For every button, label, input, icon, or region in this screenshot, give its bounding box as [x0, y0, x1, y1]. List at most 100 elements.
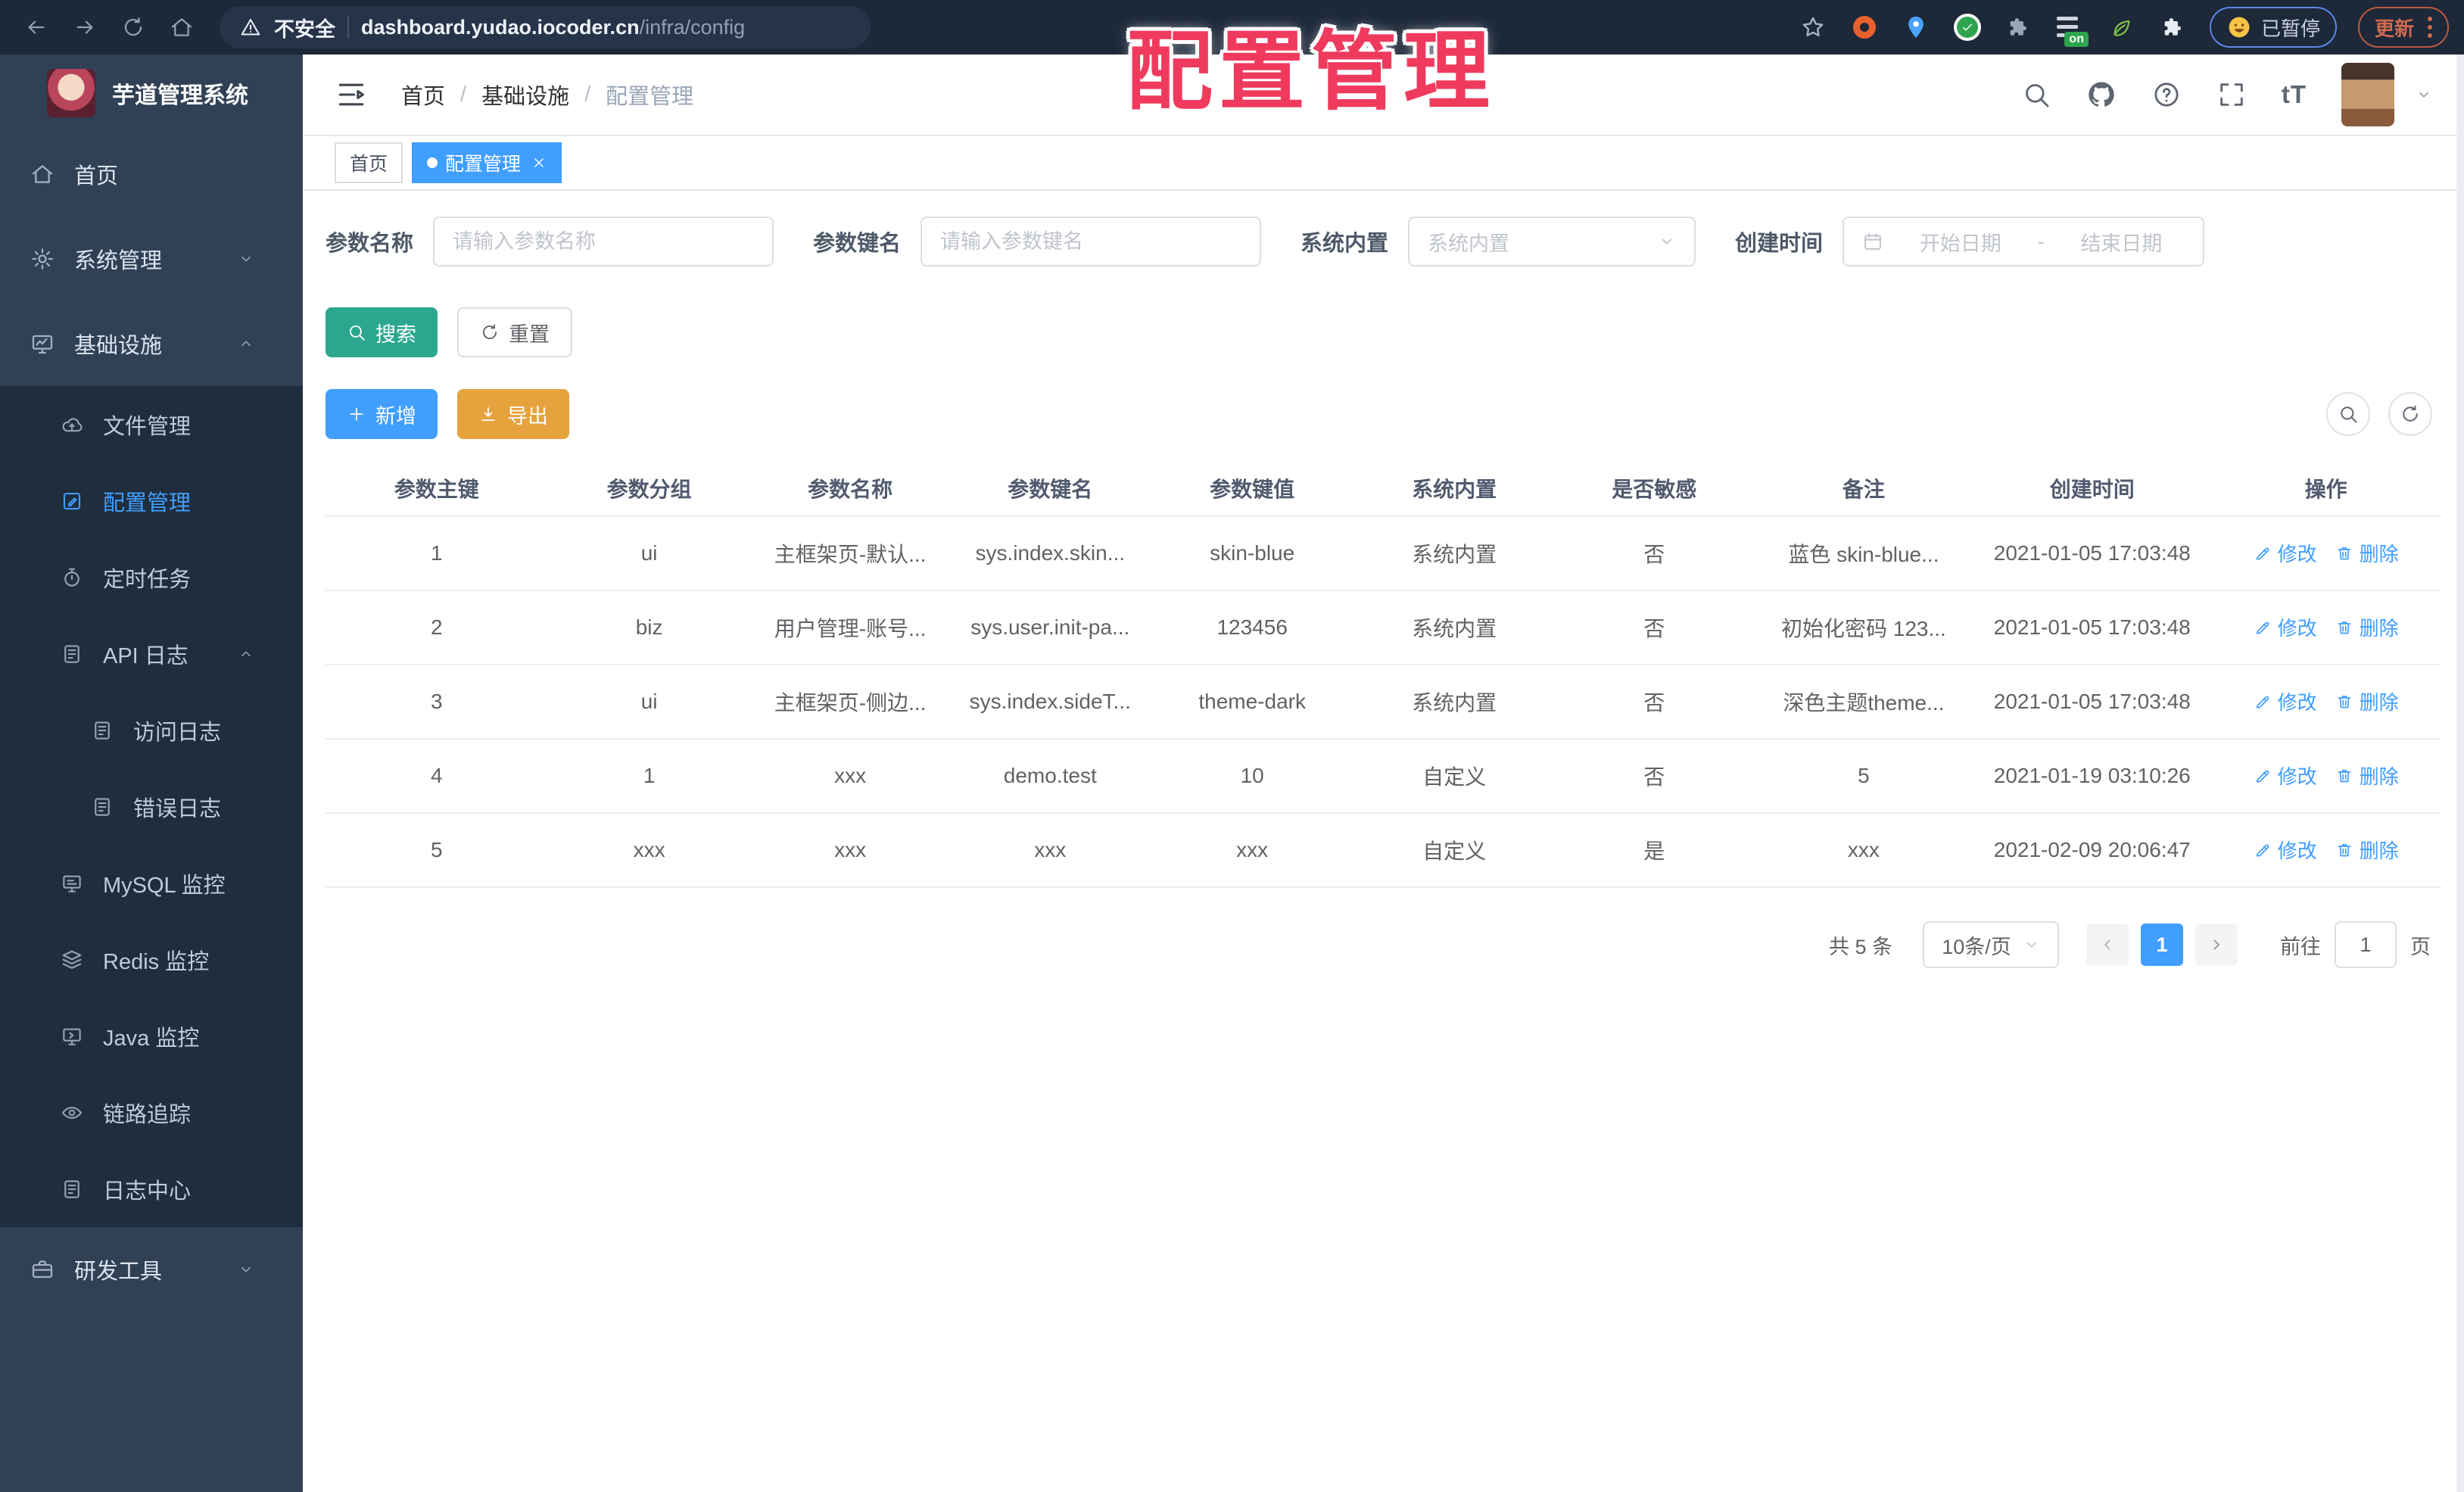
table-cell: 2021-02-09 20:06:47	[1973, 813, 2211, 888]
param-key-input[interactable]	[920, 216, 1262, 266]
table-cell: 主框架页-默认...	[750, 516, 950, 591]
extension-leaf-icon[interactable]	[2107, 12, 2137, 42]
builtin-select-placeholder: 系统内置	[1428, 232, 1510, 255]
sidebar-collapse-button[interactable]	[335, 78, 368, 111]
sidebar-item[interactable]: 访问日志	[0, 692, 303, 768]
column-header: 参数键名	[949, 460, 1151, 517]
refresh-round-button[interactable]	[2388, 392, 2432, 436]
add-button[interactable]: 新增	[326, 389, 438, 439]
sidebar-item[interactable]: MySQL 监控	[0, 845, 303, 921]
browser-forward-button[interactable]	[64, 6, 106, 48]
next-page-button[interactable]	[2195, 924, 2238, 966]
goto-page-input[interactable]	[2335, 921, 2397, 968]
search-icon[interactable]	[2021, 79, 2051, 110]
page-scrollbar[interactable]	[2456, 55, 2464, 1492]
config-table: 参数主键 参数分组 参数名称 参数键名 参数键值 系统内置 是否敏感 备注 创建时间 操作 1 ui…	[326, 460, 2441, 888]
search-button[interactable]: 搜索	[326, 307, 438, 357]
table-cell: 2021-01-05 17:03:48	[1973, 516, 2211, 591]
download-icon	[478, 404, 498, 424]
sidebar-item[interactable]: 系统管理	[0, 216, 303, 301]
table-cell: demo.test	[949, 739, 1151, 814]
edit-link[interactable]: 修改	[2254, 539, 2317, 567]
browser-menu-kebab-icon[interactable]	[2428, 17, 2432, 38]
delete-link[interactable]: 删除	[2335, 539, 2399, 567]
extension-pin-icon[interactable]	[1901, 12, 1931, 42]
extensions-menu-icon[interactable]	[2158, 12, 2188, 42]
column-header: 操作	[2210, 460, 2441, 517]
fullscreen-icon[interactable]	[2216, 79, 2247, 110]
date-range-picker[interactable]: 开始日期 - 结束日期	[1843, 216, 2205, 266]
sidebar-item[interactable]: 配置管理	[0, 463, 303, 539]
table-header-row: 参数主键 参数分组 参数名称 参数键名 参数键值 系统内置 是否敏感 备注 创建时间 操作	[326, 460, 2441, 517]
edit-link-label: 修改	[2277, 765, 2317, 789]
delete-link[interactable]: 删除	[2335, 687, 2399, 715]
close-icon[interactable]	[531, 155, 547, 170]
table-cell: 否	[1554, 739, 1754, 814]
export-button[interactable]: 导出	[457, 389, 569, 439]
table-cell: 1	[547, 739, 751, 814]
delete-link[interactable]: 删除	[2335, 836, 2399, 864]
extension-donut-icon[interactable]	[1849, 12, 1880, 42]
font-size-icon[interactable]: tT	[2282, 80, 2307, 109]
edit-link[interactable]: 修改	[2254, 762, 2317, 790]
sidebar-item[interactable]: API 日志	[0, 615, 303, 692]
sidebar-item[interactable]: Java 监控	[0, 998, 303, 1074]
delete-link[interactable]: 删除	[2335, 613, 2399, 641]
page-unit-label: 页	[2410, 935, 2431, 958]
edit-link[interactable]: 修改	[2254, 687, 2317, 715]
extension-check-icon[interactable]	[1952, 12, 1983, 42]
java-icon	[61, 1025, 83, 1048]
sidebar-item-label: 文件管理	[103, 414, 192, 439]
puzzle-icon	[2007, 15, 2031, 39]
user-avatar[interactable]	[2341, 63, 2394, 126]
reset-button[interactable]: 重置	[457, 307, 572, 357]
browser-reload-button[interactable]	[112, 6, 154, 48]
search-toggle-round-button[interactable]	[2326, 392, 2370, 436]
breadcrumb-item[interactable]: 基础设施	[481, 79, 569, 111]
bookmark-star-icon[interactable]	[1798, 12, 1828, 42]
url-separator	[347, 16, 349, 39]
table-cell: 系统内置	[1353, 516, 1555, 591]
param-name-input[interactable]	[433, 216, 774, 266]
chevron-down-icon[interactable]	[2416, 86, 2432, 103]
sidebar-item[interactable]: 错误日志	[0, 768, 303, 845]
breadcrumb-item[interactable]: 配置管理	[606, 79, 693, 111]
sidebar-item[interactable]: 链路追踪	[0, 1074, 303, 1151]
page-size-select[interactable]: 10条/页	[1923, 921, 2059, 968]
prev-page-button[interactable]	[2086, 924, 2129, 966]
breadcrumb-item[interactable]: 首页	[401, 79, 445, 111]
extension-on-badge-icon[interactable]: on	[2055, 12, 2089, 47]
sidebar-item[interactable]: 基础设施	[0, 301, 303, 386]
tag-view[interactable]: 首页	[335, 142, 403, 183]
edit-link[interactable]: 修改	[2254, 613, 2317, 641]
table-cell: xxx	[547, 813, 751, 888]
calendar-icon	[1862, 231, 1883, 252]
browser-update-button[interactable]: 更新	[2357, 7, 2449, 48]
page-1-button[interactable]: 1	[2141, 924, 2183, 966]
table-body: 1 ui 主框架页-默认... sys.index.skin... skin-blue 系…	[326, 516, 2441, 888]
paused-extension-button[interactable]: 已暂停	[2209, 7, 2337, 48]
line-icon	[2056, 17, 2078, 20]
sidebar-item[interactable]: 定时任务	[0, 539, 303, 615]
sidebar-item[interactable]: Redis 监控	[0, 921, 303, 998]
sidebar-item[interactable]: 文件管理	[0, 386, 303, 463]
browser-address-bar[interactable]: 不安全 dashboard.yudao.iocoder.cn/infra/con…	[220, 6, 871, 48]
star-icon	[1800, 14, 1826, 40]
check-circle-icon	[1953, 14, 1981, 41]
sidebar-item[interactable]: 研发工具	[0, 1227, 303, 1312]
warning-icon	[239, 16, 262, 39]
delete-link[interactable]: 删除	[2335, 762, 2399, 790]
sidebar-logo: 芋道管理系统	[0, 55, 303, 132]
browser-home-button[interactable]	[160, 6, 203, 48]
edit-link[interactable]: 修改	[2254, 836, 2317, 864]
browser-back-button[interactable]	[15, 6, 58, 48]
edit-link-label: 修改	[2277, 839, 2317, 863]
help-icon[interactable]	[2151, 79, 2182, 110]
github-icon[interactable]	[2086, 79, 2117, 110]
sidebar-submenu: 访问日志 错误日志	[0, 692, 303, 845]
tag-view[interactable]: 配置管理	[412, 142, 562, 183]
sidebar-item[interactable]: 首页	[0, 132, 303, 216]
builtin-select[interactable]: 系统内置	[1408, 216, 1696, 266]
extension-puzzle-blue-icon[interactable]	[2004, 12, 2034, 42]
sidebar-item[interactable]: 日志中心	[0, 1151, 303, 1227]
